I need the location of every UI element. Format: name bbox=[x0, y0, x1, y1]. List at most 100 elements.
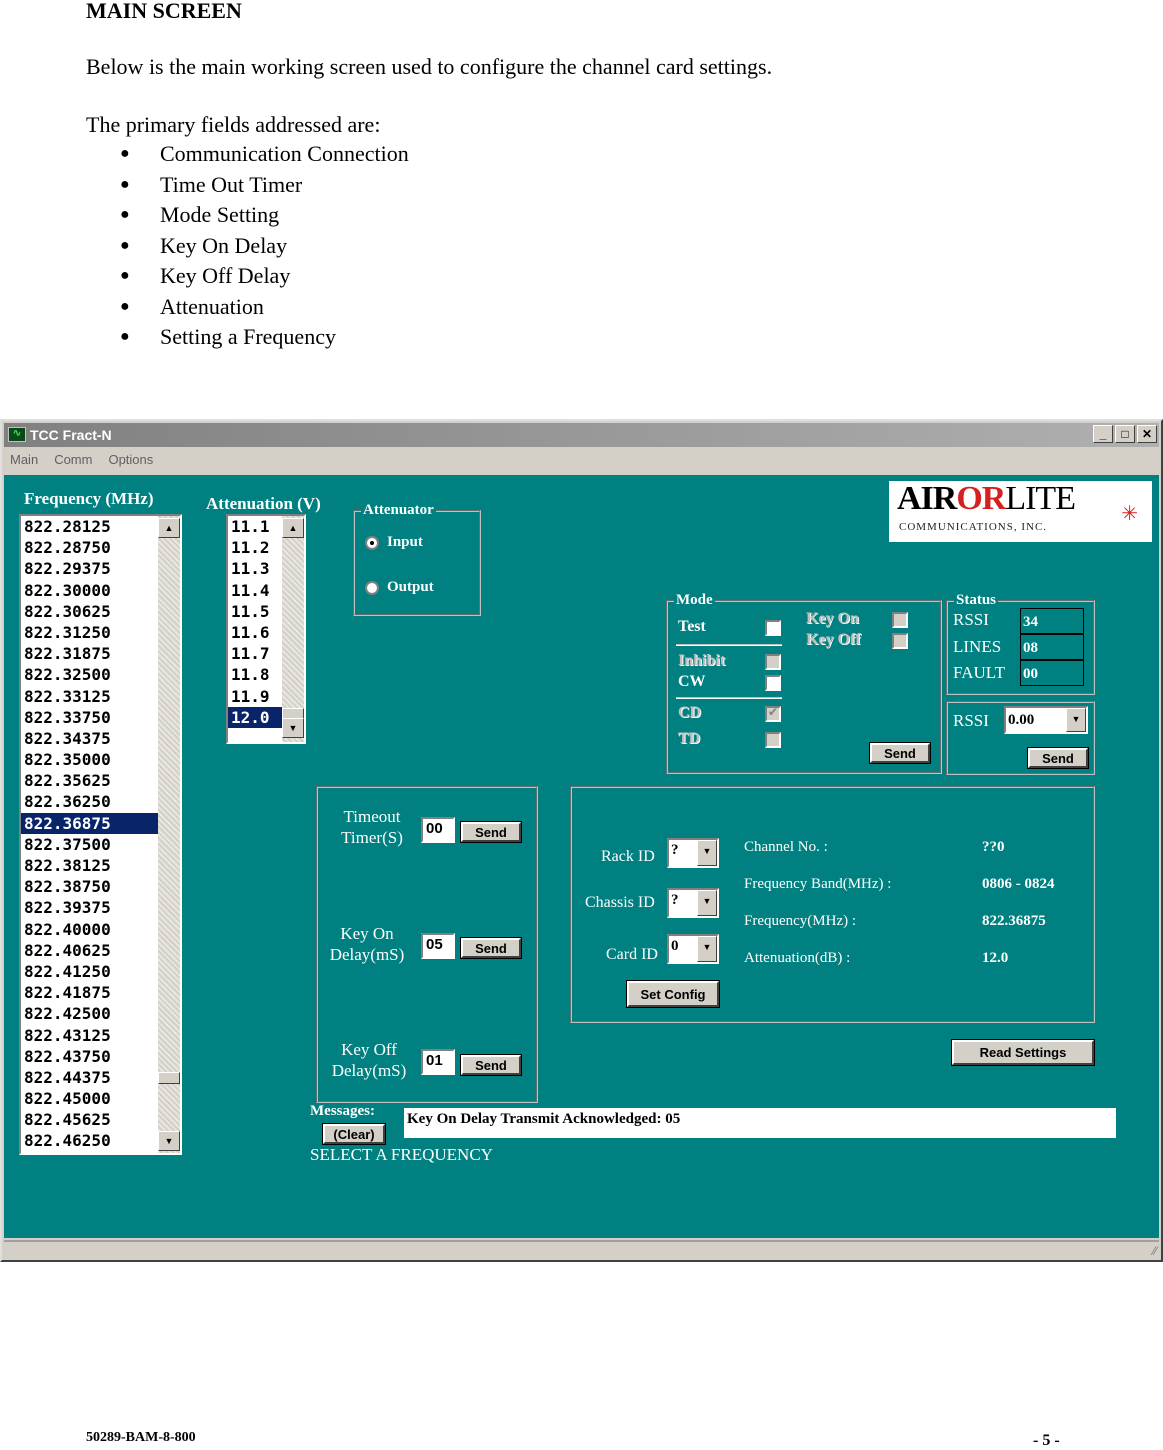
list-item[interactable]: 822.42500 bbox=[21, 1003, 158, 1024]
clear-messages-button[interactable]: (Clear) bbox=[322, 1123, 386, 1145]
radio-input[interactable] bbox=[365, 536, 379, 550]
radio-output[interactable] bbox=[365, 581, 379, 595]
rssi-select[interactable]: 0.00 ▼ bbox=[1004, 706, 1088, 734]
frequency-label: Frequency (MHz) bbox=[24, 489, 154, 508]
chassis-id-label: Chassis ID bbox=[585, 894, 655, 911]
resize-grip-icon[interactable]: ⁄⁄ bbox=[1153, 1244, 1157, 1258]
list-item[interactable]: 822.32500 bbox=[21, 664, 158, 685]
list-item[interactable]: 822.35625 bbox=[21, 770, 158, 791]
list-item[interactable]: 822.38750 bbox=[21, 876, 158, 897]
list-item: ● Key Off Delay bbox=[120, 263, 291, 288]
list-item[interactable]: 822.34375 bbox=[21, 728, 158, 749]
set-config-button[interactable]: Set Config bbox=[626, 980, 720, 1008]
list-item[interactable]: 11.5 bbox=[228, 601, 282, 622]
list-item[interactable]: 822.30625 bbox=[21, 601, 158, 622]
chevron-down-icon[interactable]: ▼ bbox=[697, 936, 717, 962]
inhibit-checkbox[interactable] bbox=[765, 654, 781, 670]
key-off-checkbox[interactable] bbox=[892, 633, 908, 649]
list-item[interactable]: 11.4 bbox=[228, 580, 282, 601]
list-item[interactable]: 822.41250 bbox=[21, 961, 158, 982]
frequency-info-value: 822.36875 bbox=[982, 913, 1046, 929]
list-item: ● Attenuation bbox=[120, 293, 264, 319]
list-item[interactable]: 822.41875 bbox=[21, 982, 158, 1003]
list-item[interactable]: 822.29375 bbox=[21, 558, 158, 579]
card-id-select[interactable]: 0 ▼ bbox=[667, 934, 719, 964]
list-item[interactable]: 822.36875 bbox=[21, 812, 158, 834]
menu-comm[interactable]: Comm bbox=[54, 449, 92, 471]
scroll-up-icon[interactable]: ▲ bbox=[158, 518, 180, 538]
list-item[interactable]: 822.28750 bbox=[21, 537, 158, 558]
list-item[interactable]: 822.44375 bbox=[21, 1067, 158, 1088]
intro-paragraph: Below is the main working screen used to… bbox=[86, 54, 773, 79]
attenuation-scrollbar[interactable]: ▲ ▼ bbox=[282, 516, 304, 742]
list-item[interactable]: 822.39375 bbox=[21, 897, 158, 918]
list-item[interactable]: 822.35000 bbox=[21, 749, 158, 770]
list-item[interactable]: 12.0 bbox=[228, 706, 282, 728]
read-settings-button[interactable]: Read Settings bbox=[951, 1039, 1095, 1066]
list-item[interactable]: 822.46250 bbox=[21, 1130, 158, 1151]
list-item[interactable]: 822.31875 bbox=[21, 643, 158, 664]
list-item[interactable]: 822.43750 bbox=[21, 1046, 158, 1067]
list-item[interactable]: 11.8 bbox=[228, 664, 282, 685]
key-off-delay-label: Key Off Delay(mS) bbox=[331, 1040, 407, 1080]
list-item[interactable]: 11.9 bbox=[228, 686, 282, 707]
list-item[interactable]: 822.40000 bbox=[21, 919, 158, 940]
chevron-down-icon[interactable]: ▼ bbox=[1066, 708, 1086, 732]
status-lines-value: 08 bbox=[1020, 634, 1084, 660]
key-off-delay-input[interactable]: 01 bbox=[421, 1049, 455, 1075]
list-item[interactable]: 822.28125 bbox=[21, 516, 158, 537]
list-item[interactable]: 822.31250 bbox=[21, 622, 158, 643]
key-off-delay-send-button[interactable]: Send bbox=[460, 1054, 522, 1076]
scroll-thumb[interactable] bbox=[158, 1072, 180, 1084]
rack-id-select[interactable]: ? ▼ bbox=[667, 838, 719, 868]
list-item[interactable]: 11.6 bbox=[228, 622, 282, 643]
chevron-down-icon[interactable]: ▼ bbox=[697, 890, 717, 916]
frequency-scrollbar[interactable]: ▲ ▼ bbox=[158, 516, 180, 1153]
td-checkbox[interactable] bbox=[765, 732, 781, 748]
timeout-timer-input[interactable]: 00 bbox=[421, 817, 455, 843]
timeout-send-button[interactable]: Send bbox=[460, 821, 522, 843]
minimize-button[interactable]: _ bbox=[1093, 425, 1113, 443]
key-on-checkbox[interactable] bbox=[892, 612, 908, 628]
company-logo: AIRORLITE COMMUNICATIONS, INC. ✳ bbox=[889, 481, 1152, 542]
list-item[interactable]: 822.30000 bbox=[21, 580, 158, 601]
key-on-delay-label: Key On Delay(mS) bbox=[329, 924, 405, 964]
cd-checkbox[interactable]: ✔ bbox=[765, 705, 781, 722]
chassis-id-select[interactable]: ? ▼ bbox=[667, 888, 719, 918]
list-intro: The primary fields addressed are: bbox=[86, 112, 381, 137]
attenuation-listbox[interactable]: 11.1 11.2 11.3 11.4 11.5 11.6 11.7 11.8 11.9 12.0… bbox=[226, 514, 306, 744]
menu-main[interactable]: Main bbox=[10, 449, 38, 471]
scroll-down-icon[interactable]: ▼ bbox=[282, 718, 304, 738]
list-item[interactable]: 822.45625 bbox=[21, 1109, 158, 1130]
status-rssi-label: RSSI bbox=[953, 610, 989, 629]
mode-group: Mode Test Inhibit CW CD ✔ TD Key On Key … bbox=[666, 592, 942, 774]
list-item: ● Time Out Timer bbox=[120, 171, 303, 197]
frequency-listbox[interactable]: 822.28125 822.28750 822.29375 822.30000 822.… bbox=[19, 514, 182, 1155]
list-item[interactable]: 822.37500 bbox=[21, 834, 158, 855]
rssi-send-button[interactable]: Send bbox=[1027, 747, 1089, 769]
key-on-delay-send-button[interactable]: Send bbox=[460, 937, 522, 959]
list-item[interactable]: 822.36250 bbox=[21, 791, 158, 812]
scroll-down-icon[interactable]: ▼ bbox=[158, 1131, 180, 1151]
list-item[interactable]: 822.33125 bbox=[21, 686, 158, 707]
list-item[interactable]: 11.3 bbox=[228, 558, 282, 579]
page-number: - 5 - bbox=[1033, 1432, 1060, 1449]
list-item[interactable]: 822.45000 bbox=[21, 1088, 158, 1109]
scroll-up-icon[interactable]: ▲ bbox=[282, 518, 304, 538]
title-bar[interactable]: ∿ TCC Fract-N _ □ ✕ bbox=[4, 423, 1159, 447]
list-item[interactable]: 822.43125 bbox=[21, 1025, 158, 1046]
key-on-delay-input[interactable]: 05 bbox=[421, 933, 455, 959]
chevron-down-icon[interactable]: ▼ bbox=[697, 840, 717, 866]
list-item[interactable]: 11.1 bbox=[228, 516, 282, 537]
list-item[interactable]: 822.40625 bbox=[21, 940, 158, 961]
cw-checkbox[interactable] bbox=[765, 675, 781, 691]
list-item[interactable]: 11.2 bbox=[228, 537, 282, 558]
mode-send-button[interactable]: Send bbox=[869, 742, 931, 764]
test-checkbox[interactable] bbox=[765, 620, 781, 636]
list-item[interactable]: 822.38125 bbox=[21, 855, 158, 876]
maximize-button[interactable]: □ bbox=[1115, 425, 1135, 443]
menu-options[interactable]: Options bbox=[108, 449, 153, 471]
list-item[interactable]: 822.33750 bbox=[21, 707, 158, 728]
list-item[interactable]: 11.7 bbox=[228, 643, 282, 664]
close-button[interactable]: ✕ bbox=[1137, 425, 1157, 443]
